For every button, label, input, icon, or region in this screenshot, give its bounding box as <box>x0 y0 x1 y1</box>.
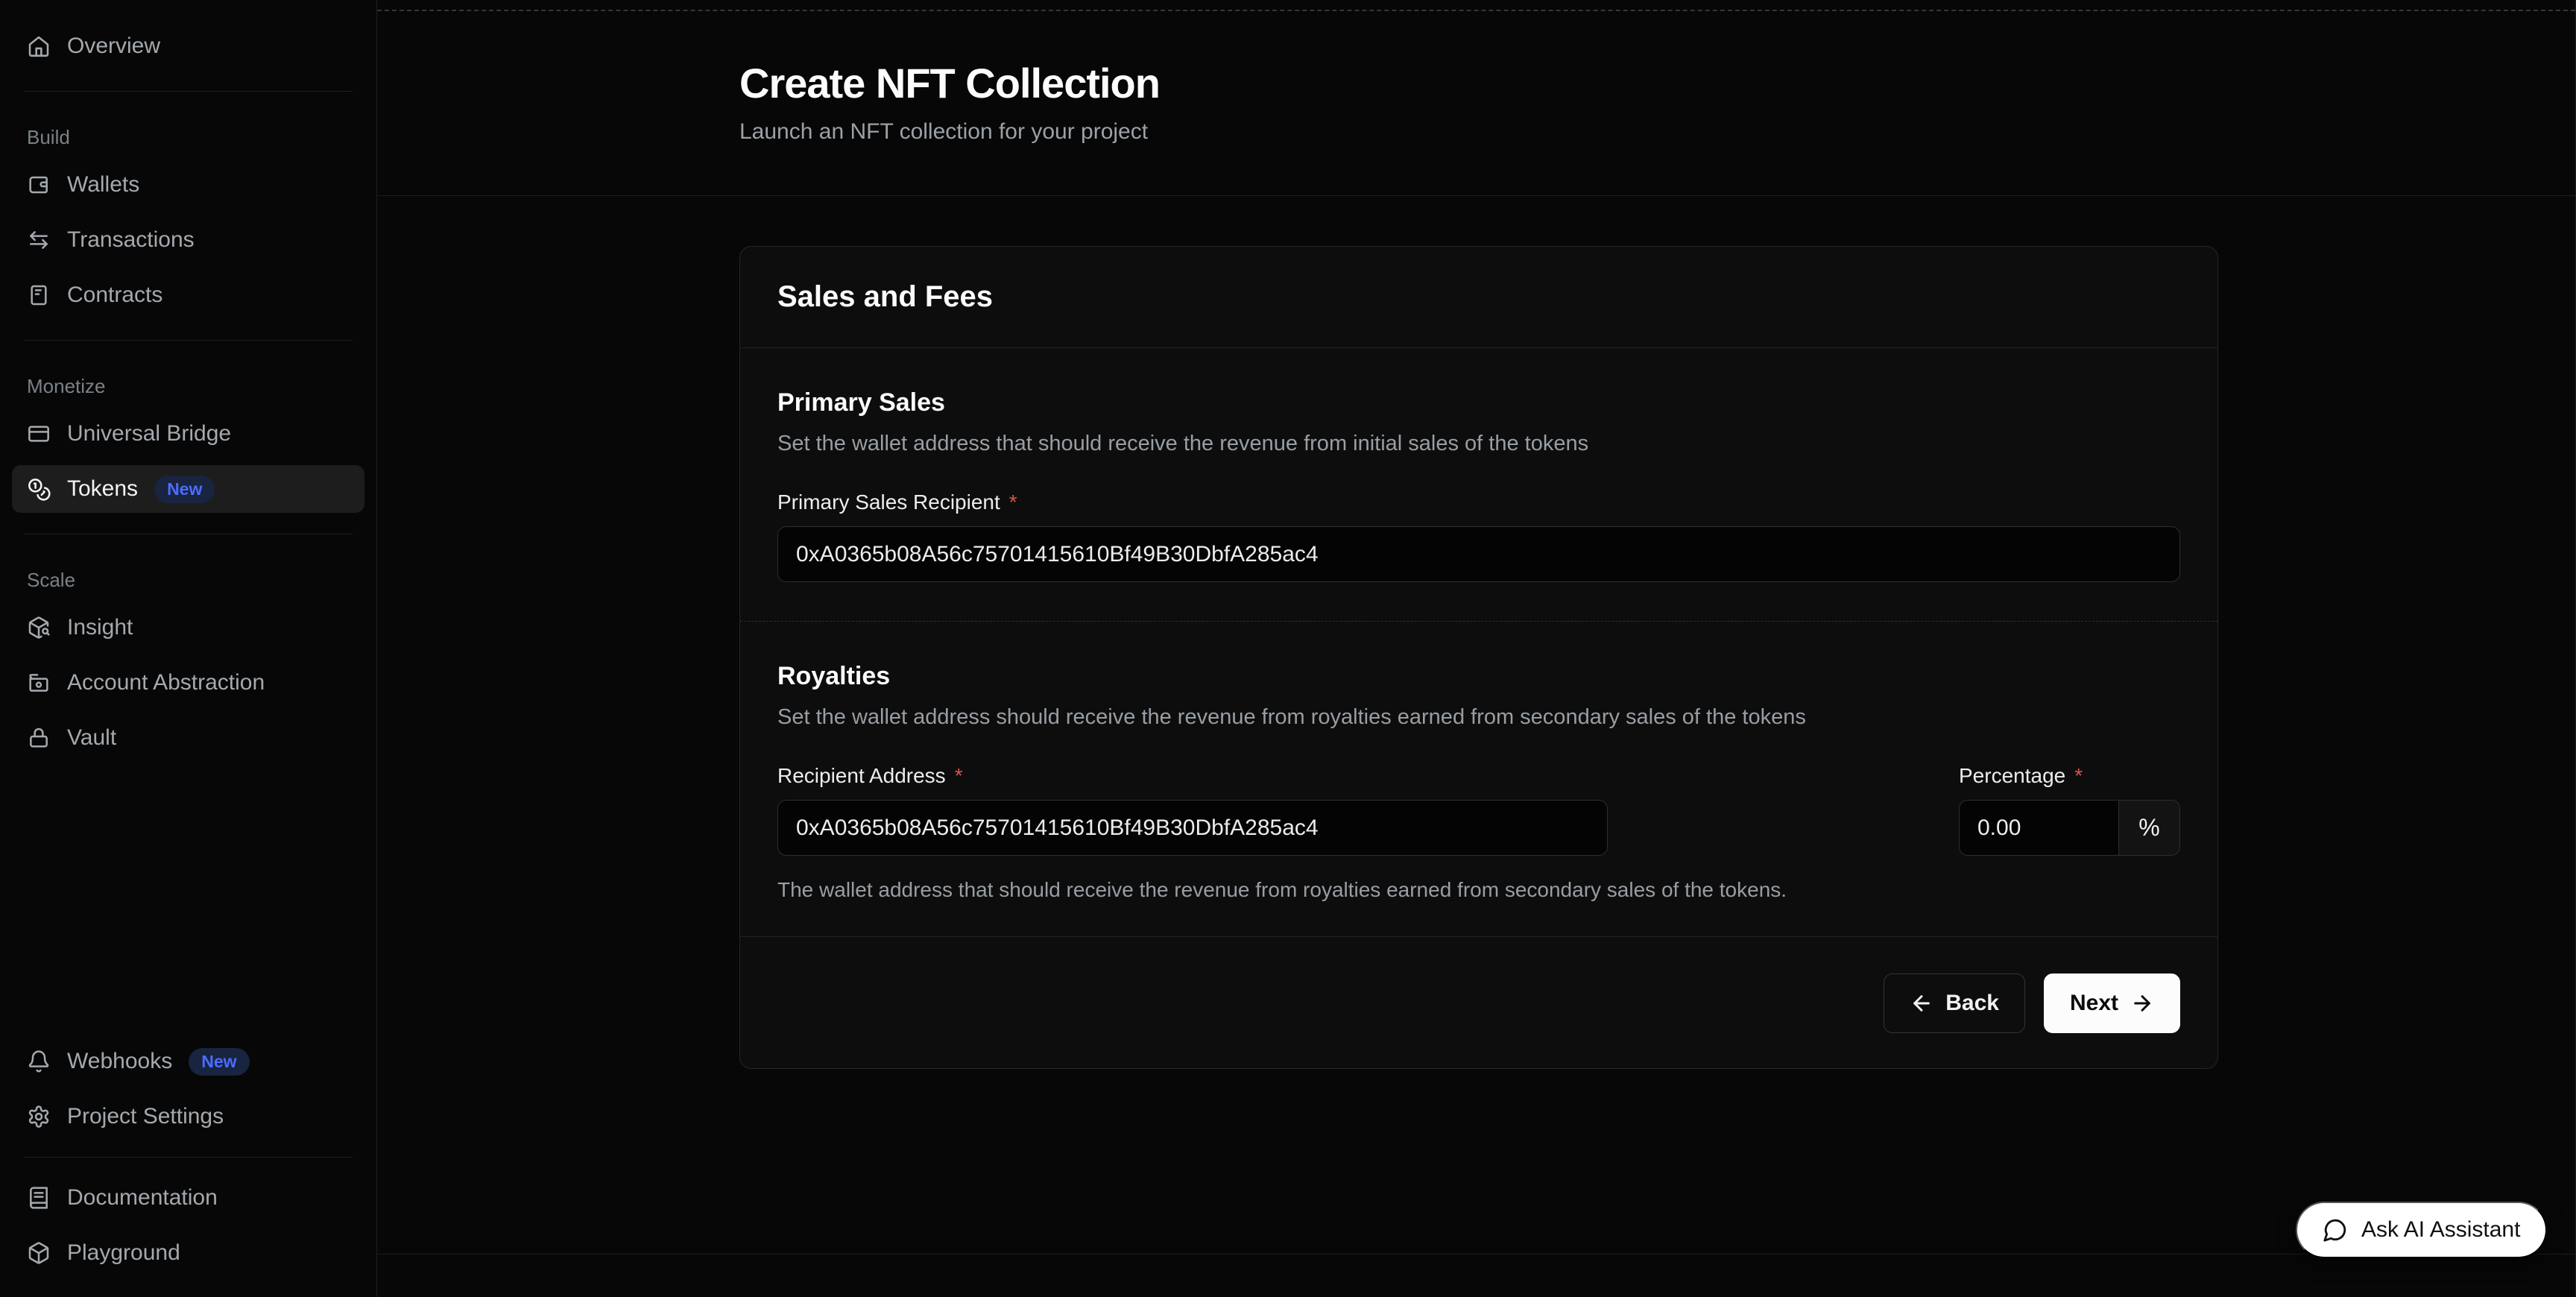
sidebar-item-label: Overview <box>67 34 160 59</box>
sidebar-item-label: Vault <box>67 725 116 751</box>
sidebar-item-playground[interactable]: Playground <box>12 1229 364 1277</box>
new-badge: New <box>189 1048 249 1076</box>
next-button-label: Next <box>2070 992 2118 1014</box>
sidebar-item-label: Transactions <box>67 227 195 253</box>
back-button-label: Back <box>1945 992 1999 1014</box>
label-text: Percentage <box>1959 766 2065 786</box>
sidebar-item-wallets[interactable]: Wallets <box>12 161 364 209</box>
sidebar-spacer <box>12 762 364 1038</box>
sidebar-item-label: Account Abstraction <box>67 670 265 695</box>
smart-wallet-icon <box>27 671 51 695</box>
required-asterisk: * <box>2074 766 2083 786</box>
sidebar-item-documentation[interactable]: Documentation <box>12 1174 364 1222</box>
primary-sales-heading: Primary Sales <box>777 390 2180 415</box>
primary-sales-recipient-input[interactable] <box>777 526 2180 582</box>
divider <box>24 1157 353 1158</box>
sidebar-item-label: Playground <box>67 1240 180 1266</box>
sidebar-item-tokens[interactable]: Tokens New <box>12 465 364 513</box>
page-title: Create NFT Collection <box>739 63 2575 104</box>
lock-icon <box>27 726 51 750</box>
percentage-label: Percentage * <box>1959 766 2180 786</box>
sidebar-section-scale: Scale <box>27 569 350 592</box>
card-header: Sales and Fees <box>740 247 2217 348</box>
ask-ai-assistant-button[interactable]: Ask AI Assistant <box>2296 1202 2547 1258</box>
sidebar-item-webhooks[interactable]: Webhooks New <box>12 1038 364 1085</box>
card-title: Sales and Fees <box>777 280 993 314</box>
sidebar-item-account-abstraction[interactable]: Account Abstraction <box>12 659 364 707</box>
sidebar-section-monetize: Monetize <box>27 375 350 398</box>
recipient-address-input[interactable] <box>777 800 1608 856</box>
label-text: Primary Sales Recipient <box>777 492 1000 513</box>
divider <box>24 91 353 92</box>
sidebar-item-label: Universal Bridge <box>67 421 231 446</box>
arrow-right-icon <box>2130 991 2154 1015</box>
sidebar-item-vault[interactable]: Vault <box>12 714 364 762</box>
sidebar-item-label: Insight <box>67 615 133 640</box>
required-asterisk: * <box>955 766 963 786</box>
new-badge: New <box>154 476 215 503</box>
primary-sales-description: Set the wallet address that should recei… <box>777 433 2180 455</box>
sidebar-item-contracts[interactable]: Contracts <box>12 271 364 319</box>
ask-ai-assistant-label: Ask AI Assistant <box>2361 1217 2520 1243</box>
main-content: Create NFT Collection Launch an NFT coll… <box>377 0 2576 1297</box>
page-header: Create NFT Collection Launch an NFT coll… <box>377 0 2575 196</box>
primary-sales-recipient-label: Primary Sales Recipient * <box>777 492 2180 513</box>
package-search-icon <box>27 616 51 640</box>
royalties-heading: Royalties <box>777 663 2180 689</box>
sidebar: Overview Build Wallets Transactions Cont… <box>0 0 377 1297</box>
divider <box>24 340 353 341</box>
percentage-input-group: % <box>1959 800 2180 856</box>
chat-bubble-icon <box>2323 1217 2348 1243</box>
coins-icon <box>27 477 51 501</box>
page-subtitle: Launch an NFT collection for your projec… <box>739 121 2575 143</box>
percent-icon: % <box>2138 814 2159 842</box>
bell-icon <box>27 1050 51 1073</box>
gear-icon <box>27 1105 51 1129</box>
book-icon <box>27 1186 51 1210</box>
recipient-address-field: Recipient Address * <box>777 728 1608 856</box>
credit-card-icon <box>27 422 51 446</box>
wallet-icon <box>27 173 51 197</box>
sidebar-item-project-settings[interactable]: Project Settings <box>12 1093 364 1140</box>
sales-and-fees-card: Sales and Fees Primary Sales Set the wal… <box>739 246 2218 1069</box>
sidebar-item-overview[interactable]: Overview <box>12 22 364 70</box>
sidebar-item-label: Webhooks <box>67 1049 172 1074</box>
home-icon <box>27 34 51 58</box>
next-button[interactable]: Next <box>2044 973 2180 1033</box>
sidebar-item-label: Project Settings <box>67 1104 224 1129</box>
sidebar-item-label: Wallets <box>67 172 139 198</box>
label-text: Recipient Address <box>777 766 946 786</box>
royalties-section: Royalties Set the wallet address should … <box>740 622 2217 937</box>
required-asterisk: * <box>1009 492 1017 513</box>
arrows-left-right-icon <box>27 228 51 252</box>
sidebar-section-build: Build <box>27 126 350 149</box>
sidebar-item-insight[interactable]: Insight <box>12 604 364 651</box>
cube-icon <box>27 1241 51 1265</box>
card-footer: Back Next <box>740 937 2217 1068</box>
sidebar-item-label: Documentation <box>67 1185 218 1211</box>
sidebar-item-label: Tokens <box>67 476 138 502</box>
back-button[interactable]: Back <box>1884 973 2025 1033</box>
sidebar-item-universal-bridge[interactable]: Universal Bridge <box>12 410 364 458</box>
sidebar-item-label: Contracts <box>67 283 162 308</box>
document-icon <box>27 283 51 307</box>
arrow-left-icon <box>1910 991 1933 1015</box>
percentage-field: Percentage * % <box>1959 728 2180 856</box>
recipient-address-label: Recipient Address * <box>777 766 1608 786</box>
royalties-fields-row: Recipient Address * Percentage * % <box>777 728 2180 856</box>
royalties-description: Set the wallet address should receive th… <box>777 707 2180 728</box>
primary-sales-section: Primary Sales Set the wallet address tha… <box>740 348 2217 622</box>
sidebar-item-transactions[interactable]: Transactions <box>12 216 364 264</box>
percent-suffix: % <box>2118 801 2179 855</box>
bottom-divider <box>377 1254 2575 1255</box>
percentage-input[interactable] <box>1960 801 2118 855</box>
recipient-helper-text: The wallet address that should receive t… <box>777 880 2180 900</box>
